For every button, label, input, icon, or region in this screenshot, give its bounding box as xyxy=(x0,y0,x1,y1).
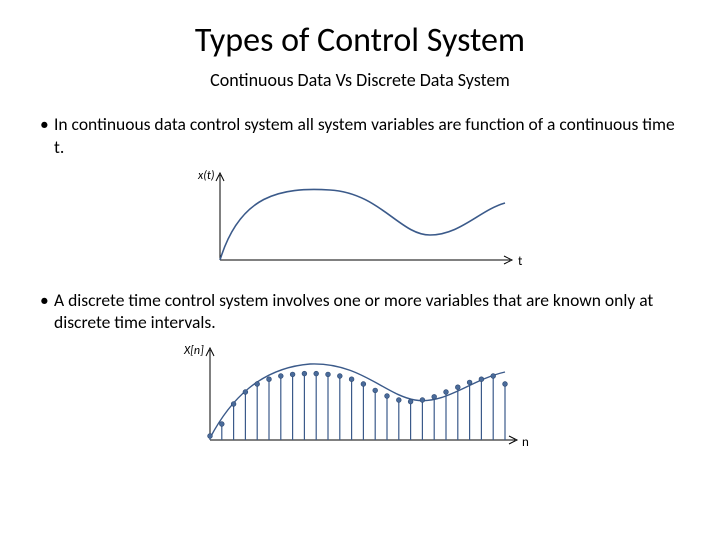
bullet-continuous: In continuous data control system all sy… xyxy=(40,113,680,159)
chart1-ylabel: x(t) xyxy=(197,169,215,183)
chart-continuous: x(t) t xyxy=(40,165,680,275)
chart2-ylabel: X[n] xyxy=(183,344,204,358)
bullet-discrete: A discrete time control system involves … xyxy=(40,289,680,335)
chart1-xlabel: t xyxy=(518,254,523,269)
chart-discrete: X[n] n xyxy=(40,340,680,460)
page-title: Types of Control System xyxy=(40,20,680,61)
chart2-xlabel: n xyxy=(522,435,529,450)
page-subtitle: Continuous Data Vs Discrete Data System xyxy=(40,69,680,91)
